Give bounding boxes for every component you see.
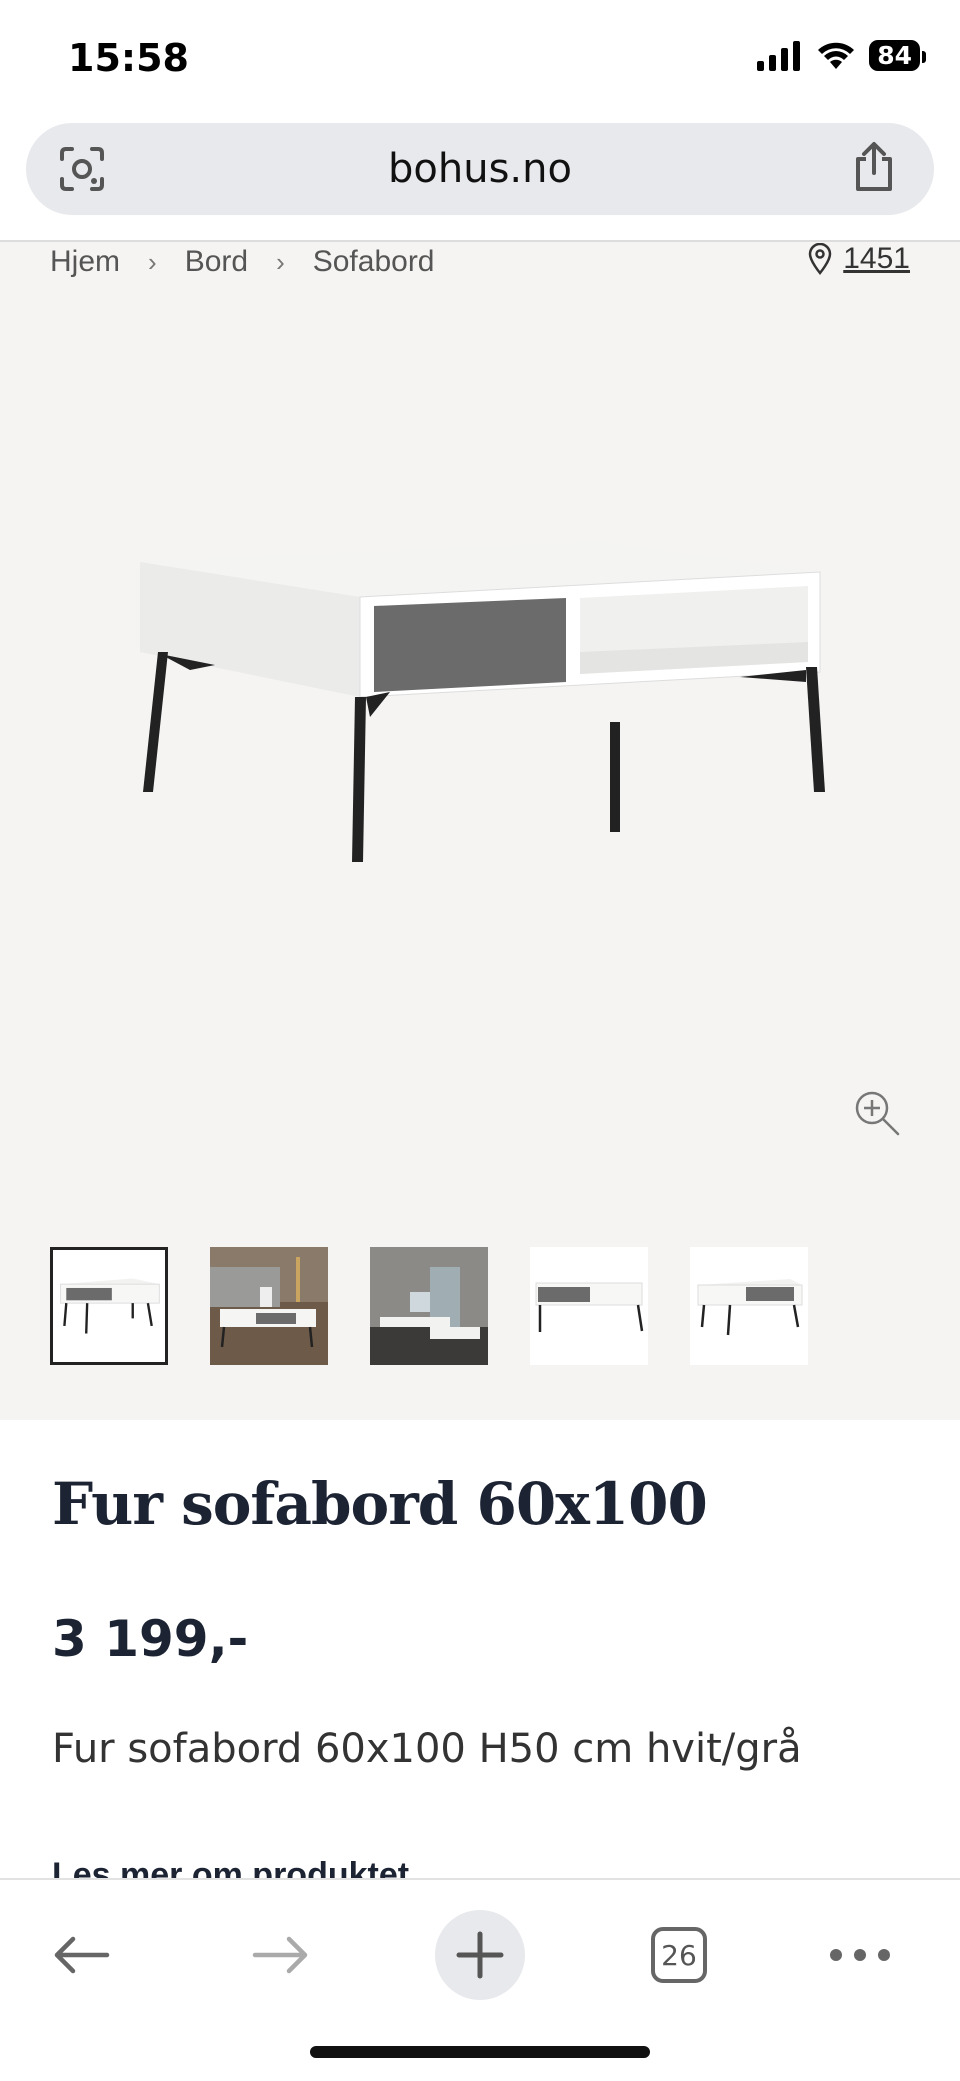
read-more-link[interactable]: Les mer om produktet	[52, 1856, 409, 1878]
location-pin-icon	[808, 243, 832, 275]
product-description: Fur sofabord 60x100 H50 cm hvit/grå	[52, 1726, 802, 1772]
breadcrumb-item-bord[interactable]: Bord	[185, 245, 248, 279]
tabs-button[interactable]: 26	[634, 1910, 724, 2000]
product-price: 3 199,-	[52, 1610, 249, 1668]
zoom-in-icon[interactable]	[852, 1088, 902, 1138]
product-image[interactable]	[130, 542, 830, 982]
product-gallery: Hjem › Bord › Sofabord 1451	[0, 242, 960, 1420]
status-bar: 15:58 84	[0, 0, 960, 118]
url-text[interactable]: bohus.no	[388, 146, 572, 192]
signal-icon	[757, 40, 801, 71]
product-title: Fur sofabord 60x100	[52, 1470, 708, 1538]
breadcrumb-item-home[interactable]: Hjem	[50, 245, 120, 279]
thumbnail-2[interactable]	[210, 1247, 328, 1365]
store-selector[interactable]: 1451	[807, 242, 910, 276]
chevron-right-icon: ›	[148, 246, 157, 277]
status-icons: 84	[757, 40, 926, 71]
breadcrumb: Hjem › Bord › Sofabord	[50, 242, 435, 282]
arrow-right-icon	[252, 1936, 308, 1974]
thumbnail-strip	[50, 1247, 808, 1365]
new-tab-button[interactable]	[435, 1910, 525, 2000]
wifi-icon	[818, 42, 855, 69]
home-indicator	[310, 2046, 650, 2058]
address-bar[interactable]: bohus.no	[26, 123, 934, 215]
lens-camera-icon[interactable]	[56, 143, 108, 195]
more-menu-button[interactable]	[815, 1910, 905, 2000]
forward-button[interactable]	[236, 1910, 326, 2000]
breadcrumb-item-sofabord[interactable]: Sofabord	[313, 245, 435, 279]
more-dots-icon	[830, 1949, 890, 1961]
back-button[interactable]	[36, 1910, 126, 2000]
store-number[interactable]: 1451	[843, 242, 910, 276]
thumbnail-4[interactable]	[530, 1247, 648, 1365]
arrow-left-icon	[54, 1936, 110, 1974]
thumbnail-1[interactable]	[50, 1247, 168, 1365]
status-time: 15:58	[68, 36, 189, 80]
battery-indicator: 84	[869, 40, 926, 71]
tab-count: 26	[651, 1927, 707, 1983]
share-icon[interactable]	[850, 141, 898, 193]
thumbnail-3[interactable]	[370, 1247, 488, 1365]
chevron-right-icon: ›	[276, 246, 285, 277]
plus-icon	[456, 1931, 504, 1979]
thumbnail-5[interactable]	[690, 1247, 808, 1365]
